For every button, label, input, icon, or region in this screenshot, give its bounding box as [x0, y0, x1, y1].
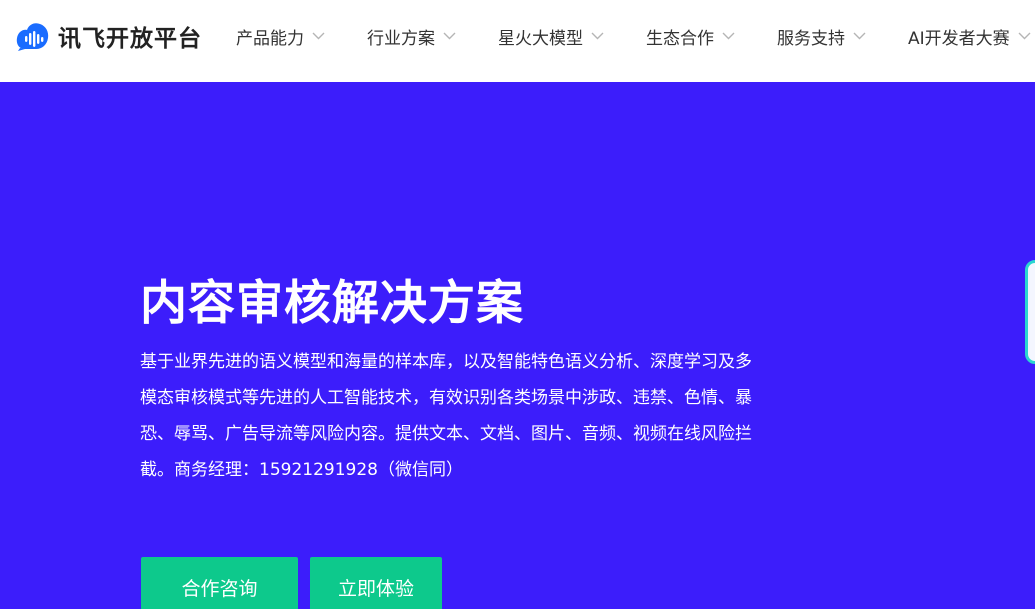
nav-item-label: 生态合作: [646, 28, 714, 49]
chevron-down-icon: [722, 32, 735, 40]
nav-item-developer-contest[interactable]: AI开发者大赛: [908, 24, 1031, 49]
nav-item-product-capabilities[interactable]: 产品能力: [236, 24, 325, 49]
chevron-down-icon: [591, 32, 604, 40]
nav-item-ecosystem[interactable]: 生态合作: [646, 24, 735, 49]
hero-illustration-card: [1025, 260, 1035, 364]
top-header: 讯飞开放平台 产品能力 行业方案 星火大模型 生态合作 服务支持 AI开发者大赛: [0, 0, 1035, 82]
chevron-down-icon: [312, 32, 325, 40]
sound-wave-cloud-logo-icon: [16, 23, 49, 51]
chevron-down-icon: [1018, 32, 1031, 40]
nav-item-label: 产品能力: [236, 28, 304, 49]
brand-name: 讯飞开放平台: [58, 26, 202, 52]
hero-banner: 内容审核解决方案 基于业界先进的语义模型和海量的样本库，以及智能特色语义分析、深…: [0, 82, 1035, 609]
chevron-down-icon: [853, 32, 866, 40]
nav-item-support[interactable]: 服务支持: [777, 24, 866, 49]
main-nav: 产品能力 行业方案 星火大模型 生态合作 服务支持 AI开发者大赛: [236, 0, 1031, 72]
hero-description: 基于业界先进的语义模型和海量的样本库，以及智能特色语义分析、深度学习及多模态审核…: [140, 352, 752, 480]
nav-item-label: 服务支持: [777, 28, 845, 49]
nav-item-label: AI开发者大赛: [908, 28, 1010, 49]
chevron-down-icon: [443, 32, 456, 40]
try-now-button[interactable]: 立即体验: [310, 557, 442, 609]
consult-button[interactable]: 合作咨询: [141, 557, 298, 609]
nav-item-spark-model[interactable]: 星火大模型: [498, 24, 604, 49]
nav-item-industry-solutions[interactable]: 行业方案: [367, 24, 456, 49]
brand-logo[interactable]: 讯飞开放平台: [16, 20, 202, 52]
nav-item-label: 星火大模型: [498, 28, 583, 49]
page-title: 内容审核解决方案: [140, 276, 524, 331]
nav-item-label: 行业方案: [367, 28, 435, 49]
